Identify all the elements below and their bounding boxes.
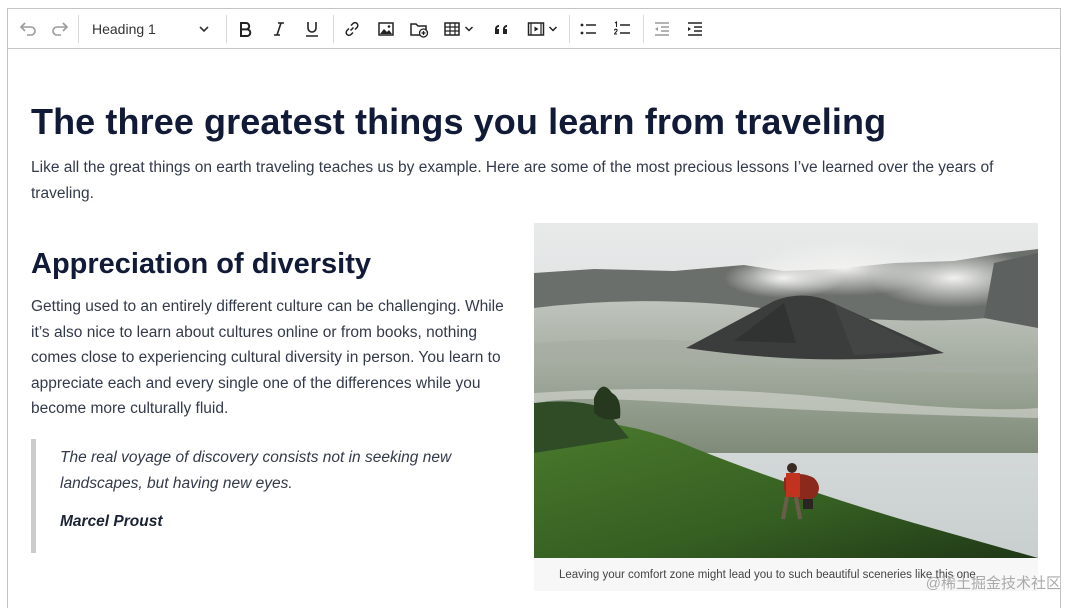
rich-text-editor: Heading 1 The three greatest things you … (7, 8, 1061, 608)
toolbar-separator (643, 15, 644, 43)
insert-image-button[interactable] (374, 15, 398, 43)
chevron-down-icon (199, 26, 209, 33)
italic-button[interactable] (267, 15, 291, 43)
undo-icon (19, 22, 36, 36)
outdent-button[interactable] (650, 15, 674, 43)
link-button[interactable] (340, 15, 364, 43)
intro-paragraph[interactable]: Like all the great things on earth trave… (31, 155, 1043, 207)
quote-text: The real voyage of discovery consists no… (60, 449, 452, 492)
bulleted-list-button[interactable] (576, 15, 600, 43)
heading-dropdown-value: Heading 1 (92, 21, 156, 37)
toolbar-separator (226, 15, 227, 43)
insert-file-button[interactable] (407, 15, 431, 43)
image-icon (378, 22, 394, 36)
bold-button[interactable] (233, 15, 257, 43)
numbered-list-icon (613, 20, 630, 35)
indent-icon (688, 22, 702, 36)
redo-icon (52, 22, 69, 36)
bold-icon (240, 22, 252, 37)
toolbar-separator (333, 15, 334, 43)
undo-button[interactable] (14, 15, 42, 43)
quote-icon (495, 25, 507, 34)
landscape-photo (534, 223, 1038, 558)
italic-icon (274, 22, 284, 36)
blockquote-button[interactable] (490, 15, 514, 43)
underline-button[interactable] (300, 15, 324, 43)
bulleted-list-icon (580, 23, 596, 35)
insert-table-button[interactable] (440, 15, 476, 43)
editor-toolbar: Heading 1 (8, 9, 1060, 49)
redo-button[interactable] (46, 15, 74, 43)
toolbar-separator (569, 15, 570, 43)
section-paragraph[interactable]: Getting used to an entirely different cu… (31, 294, 511, 422)
numbered-list-button[interactable] (610, 15, 634, 43)
chevron-down-icon (464, 26, 473, 32)
link-icon (345, 21, 359, 37)
section-heading[interactable]: Appreciation of diversity (31, 248, 371, 281)
media-icon (527, 22, 544, 36)
insert-media-button[interactable] (523, 15, 561, 43)
toolbar-separator (78, 15, 79, 43)
blockquote[interactable]: The real voyage of discovery consists no… (31, 439, 501, 553)
quote-author: Marcel Proust (60, 513, 163, 530)
folder-add-icon (410, 23, 429, 38)
indent-button[interactable] (683, 15, 707, 43)
image-figure[interactable]: Leaving your comfort zone might lead you… (534, 223, 1038, 591)
watermark: @稀土掘金技术社区 (925, 575, 1061, 592)
chevron-down-icon (548, 26, 557, 32)
document-title[interactable]: The three greatest things you learn from… (31, 101, 886, 143)
outdent-icon (655, 22, 669, 36)
editor-content[interactable]: The three greatest things you learn from… (8, 49, 1060, 608)
underline-icon (306, 22, 318, 37)
table-icon (443, 22, 460, 36)
heading-dropdown[interactable]: Heading 1 (80, 15, 218, 43)
